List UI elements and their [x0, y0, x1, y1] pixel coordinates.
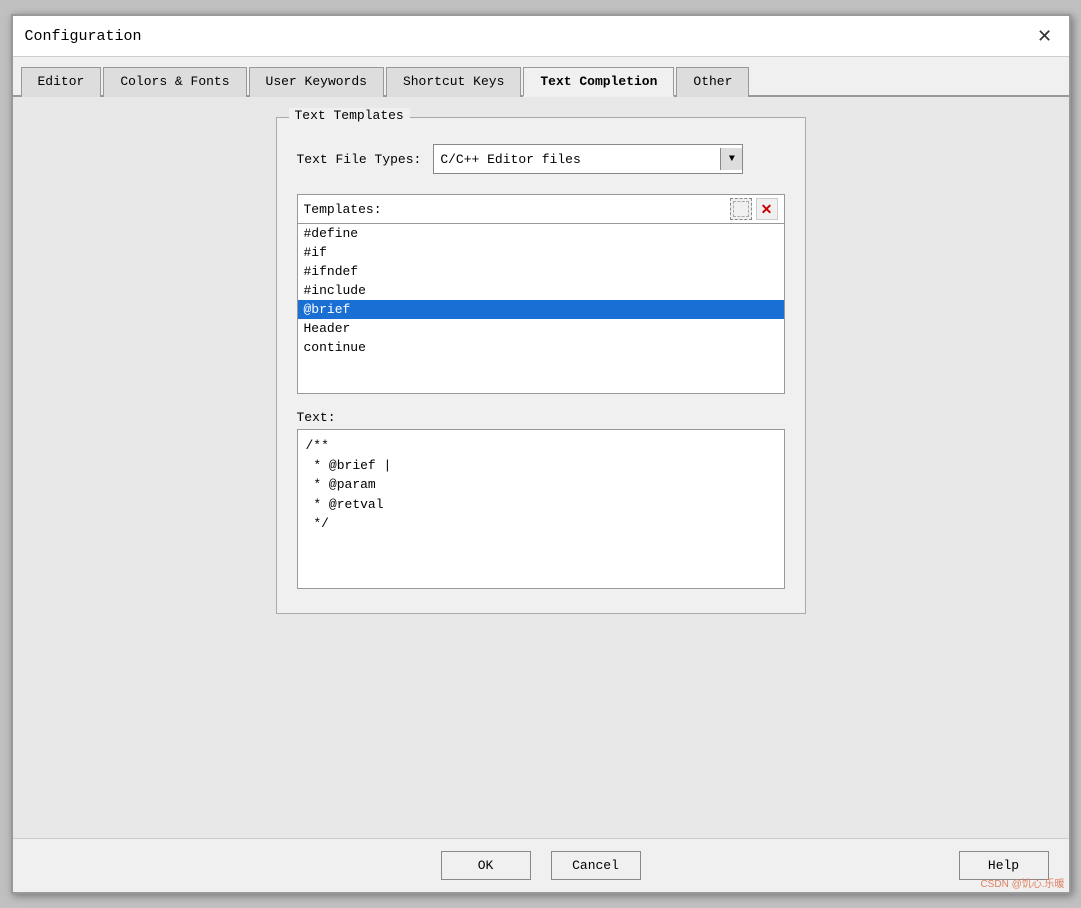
- template-item-if[interactable]: #if: [298, 243, 784, 262]
- title-bar: Configuration ✕: [13, 16, 1069, 57]
- file-types-label: Text File Types:: [297, 152, 422, 167]
- dropdown-arrow-icon: ▼: [720, 148, 742, 170]
- new-template-button[interactable]: [730, 198, 752, 220]
- templates-list[interactable]: #define #if #ifndef #include @brief Head…: [297, 224, 785, 394]
- dialog-title: Configuration: [25, 28, 142, 45]
- group-box-label: Text Templates: [289, 108, 410, 123]
- template-item-header[interactable]: Header: [298, 319, 784, 338]
- main-content: Text Templates Text File Types: C/C++ Ed…: [13, 97, 1069, 838]
- close-button[interactable]: ✕: [1033, 24, 1057, 48]
- text-section: Text: /** * @brief | * @param * @retval …: [297, 410, 785, 593]
- delete-template-button[interactable]: ✕: [756, 198, 778, 220]
- file-types-row: Text File Types: C/C++ Editor files ▼: [297, 144, 785, 174]
- template-item-continue[interactable]: continue: [298, 338, 784, 357]
- templates-label: Templates:: [304, 202, 382, 217]
- watermark: CSDN @饥心.乐暖: [980, 875, 1064, 890]
- configuration-dialog: Configuration ✕ Editor Colors & Fonts Us…: [11, 14, 1071, 894]
- text-label: Text:: [297, 410, 785, 425]
- text-templates-group: Text Templates Text File Types: C/C++ Ed…: [276, 117, 806, 614]
- tab-bar: Editor Colors & Fonts User Keywords Shor…: [13, 57, 1069, 97]
- tab-colors-fonts[interactable]: Colors & Fonts: [103, 67, 246, 97]
- text-editor[interactable]: /** * @brief | * @param * @retval */: [297, 429, 785, 589]
- tab-other[interactable]: Other: [676, 67, 749, 97]
- ok-button[interactable]: OK: [441, 851, 531, 880]
- template-item-ifndef[interactable]: #ifndef: [298, 262, 784, 281]
- templates-section: Templates: ✕ #define #if #ifndef #inclu: [297, 194, 785, 394]
- cancel-button[interactable]: Cancel: [551, 851, 641, 880]
- tab-text-completion[interactable]: Text Completion: [523, 67, 674, 97]
- tab-shortcut-keys[interactable]: Shortcut Keys: [386, 67, 521, 97]
- template-item-brief[interactable]: @brief: [298, 300, 784, 319]
- file-types-value: C/C++ Editor files: [440, 152, 580, 167]
- tab-user-keywords[interactable]: User Keywords: [249, 67, 384, 97]
- delete-template-icon: ✕: [761, 201, 773, 218]
- new-template-icon: [733, 201, 749, 217]
- tab-editor[interactable]: Editor: [21, 67, 102, 97]
- template-item-include[interactable]: #include: [298, 281, 784, 300]
- template-item-define[interactable]: #define: [298, 224, 784, 243]
- file-types-dropdown[interactable]: C/C++ Editor files ▼: [433, 144, 743, 174]
- templates-header: Templates: ✕: [297, 194, 785, 224]
- bottom-bar: OK Cancel Help: [13, 838, 1069, 892]
- templates-action-icons: ✕: [730, 198, 778, 220]
